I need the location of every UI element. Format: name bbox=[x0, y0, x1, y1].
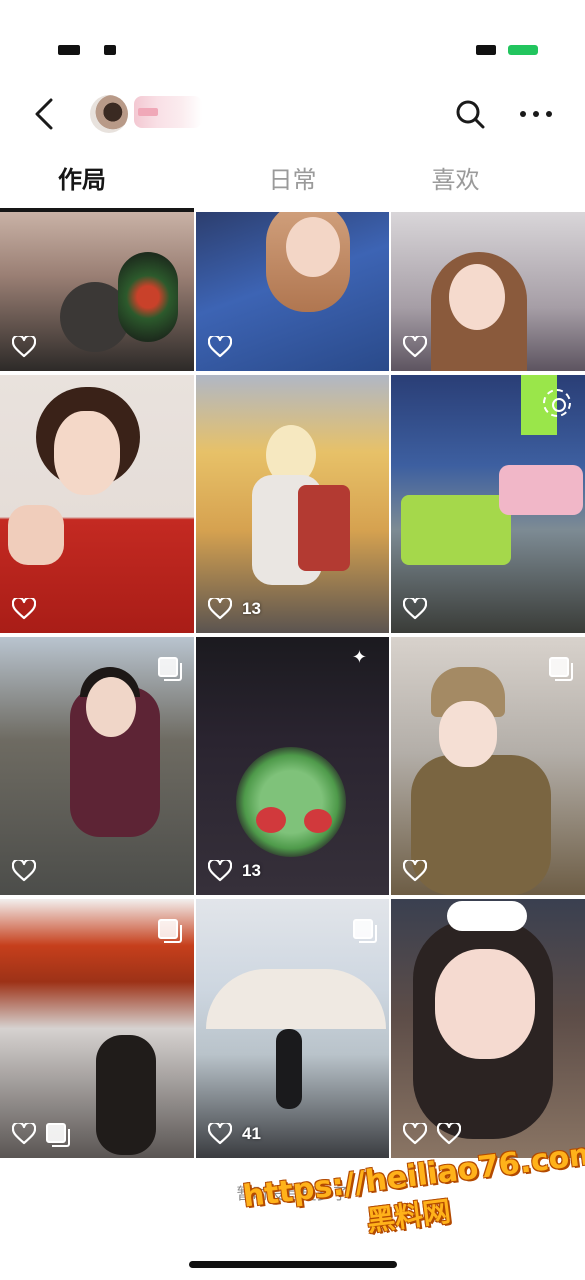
post-tile[interactable] bbox=[391, 212, 585, 371]
back-button[interactable] bbox=[24, 92, 64, 136]
tile-likes: 13 bbox=[208, 859, 261, 883]
tile-likes bbox=[403, 335, 437, 359]
post-thumbnail bbox=[0, 375, 194, 633]
heart-icon bbox=[208, 598, 232, 620]
heart-icon bbox=[437, 1123, 461, 1145]
post-tile[interactable] bbox=[0, 212, 194, 371]
home-indicator[interactable] bbox=[189, 1261, 397, 1268]
heart-icon bbox=[208, 1123, 232, 1145]
post-tile[interactable] bbox=[391, 375, 585, 633]
multi-image-icon bbox=[158, 657, 182, 681]
watermark: https://heiliao76.com 黑料网 bbox=[241, 1136, 585, 1279]
like-count: 13 bbox=[242, 599, 261, 618]
heart-icon bbox=[403, 598, 427, 620]
post-tile[interactable]: ✦ 13 bbox=[196, 637, 389, 895]
post-tile[interactable] bbox=[0, 375, 194, 633]
tile-likes bbox=[208, 335, 242, 359]
tile-likes bbox=[12, 1122, 78, 1147]
post-thumbnail bbox=[196, 375, 389, 633]
post-tile[interactable] bbox=[391, 899, 585, 1158]
tab-works[interactable]: 作局 bbox=[0, 156, 164, 212]
search-icon bbox=[456, 100, 485, 129]
profile-header bbox=[0, 84, 585, 144]
no-more-text: 暂时没有更多了 bbox=[236, 1186, 349, 1203]
more-dot-icon bbox=[546, 111, 552, 117]
tile-likes bbox=[403, 597, 437, 621]
multi-image-icon bbox=[46, 1123, 70, 1147]
profile-tabs: 作局 日常 喜欢 bbox=[0, 156, 585, 212]
tile-likes bbox=[403, 1122, 471, 1146]
username-redacted bbox=[134, 96, 202, 128]
heart-icon bbox=[208, 860, 232, 882]
tile-likes bbox=[12, 859, 46, 883]
like-count: 13 bbox=[242, 861, 261, 880]
more-dot-icon bbox=[533, 111, 539, 117]
post-tile[interactable] bbox=[0, 637, 194, 895]
tile-likes bbox=[12, 597, 46, 621]
avatar[interactable] bbox=[90, 95, 128, 133]
post-tile[interactable] bbox=[391, 637, 585, 895]
status-bar bbox=[0, 0, 585, 80]
multi-image-icon bbox=[353, 919, 377, 943]
post-tile[interactable] bbox=[0, 899, 194, 1158]
heart-icon bbox=[12, 598, 36, 620]
post-thumbnail bbox=[196, 637, 389, 895]
post-grid: 13 ✦ 13 41 bbox=[0, 212, 585, 1158]
heart-icon bbox=[12, 860, 36, 882]
tile-likes bbox=[403, 859, 437, 883]
post-tile[interactable]: 13 bbox=[196, 375, 389, 633]
heart-icon bbox=[12, 336, 36, 358]
multi-image-icon bbox=[549, 657, 573, 681]
heart-icon bbox=[12, 1123, 36, 1145]
signal-icon bbox=[476, 45, 496, 55]
like-count: 41 bbox=[242, 1124, 261, 1143]
heart-icon bbox=[403, 336, 427, 358]
multi-image-icon bbox=[158, 919, 182, 943]
tile-likes bbox=[12, 335, 46, 359]
heart-icon bbox=[208, 336, 232, 358]
status-time-redacted-2 bbox=[104, 45, 116, 55]
live-photo-icon bbox=[543, 389, 571, 417]
post-tile[interactable] bbox=[196, 212, 389, 371]
post-thumbnail bbox=[391, 899, 585, 1158]
chevron-left-icon bbox=[35, 98, 53, 130]
search-button[interactable] bbox=[452, 96, 488, 132]
tile-likes: 41 bbox=[208, 1122, 261, 1146]
tile-likes: 13 bbox=[208, 597, 261, 621]
tab-likes[interactable]: 喜欢 bbox=[358, 156, 553, 212]
post-tile[interactable]: 41 bbox=[196, 899, 389, 1158]
heart-icon bbox=[403, 860, 427, 882]
more-dot-icon bbox=[520, 111, 526, 117]
heart-icon bbox=[403, 1123, 427, 1145]
sparkle-icon: ✦ bbox=[351, 647, 367, 667]
more-button[interactable] bbox=[516, 96, 556, 132]
battery-icon bbox=[508, 45, 538, 55]
status-time-redacted bbox=[58, 45, 80, 55]
